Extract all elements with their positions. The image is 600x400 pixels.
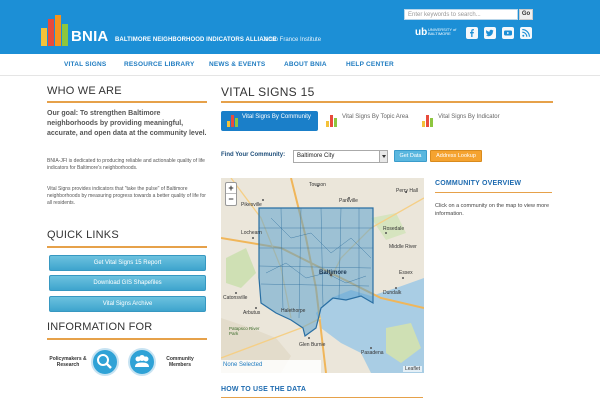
policymakers-label[interactable]: Policymakers & Research	[48, 356, 88, 368]
bar-chart-icon	[326, 115, 337, 127]
map-zoom-control: + −	[225, 182, 237, 206]
nav-help-center[interactable]: HELP CENTER	[346, 61, 394, 68]
section-divider	[435, 192, 552, 193]
tab-label: Vital Signs By Community	[242, 114, 311, 120]
community-overview-heading: COMMUNITY OVERVIEW	[435, 180, 522, 187]
how-to-use-heading: HOW TO USE THE DATA	[221, 386, 307, 393]
community-select[interactable]: Baltimore City	[293, 150, 388, 163]
tab-by-indicator[interactable]: Vital Signs By Indicator	[420, 111, 510, 131]
who-we-are-heading: WHO WE ARE	[47, 85, 122, 97]
rss-icon[interactable]	[520, 27, 532, 39]
alliance-name: BALTIMORE NEIGHBORHOOD INDICATORS ALLIAN…	[115, 37, 277, 43]
map-label: Essex	[399, 270, 413, 276]
tab-by-community[interactable]: Vital Signs By Community	[221, 111, 318, 131]
youtube-icon[interactable]	[502, 27, 514, 39]
ub-logo[interactable]: ub	[415, 27, 427, 38]
map-label: Patapsco River Park	[229, 326, 260, 336]
map-label: Catonsville	[223, 295, 248, 301]
map-attribution-link[interactable]: Leaflet	[403, 366, 423, 372]
bar-chart-icon	[422, 115, 433, 127]
bnia-logo-icon[interactable]	[41, 15, 69, 46]
page-title: VITAL SIGNS 15	[221, 85, 315, 99]
map-label: Parkville	[339, 198, 358, 204]
map-label: Glen Burnie	[299, 342, 326, 348]
section-divider	[221, 101, 553, 103]
magnifier-icon[interactable]	[91, 348, 119, 376]
map-label: Dundalk	[383, 290, 402, 296]
site-header: BNIA BALTIMORE NEIGHBORHOOD INDICATORS A…	[0, 0, 600, 54]
community-members-label[interactable]: Community Members	[160, 356, 200, 368]
community-icon[interactable]	[128, 348, 156, 376]
map-label: Halethorpe	[281, 308, 306, 314]
chevron-down-icon[interactable]	[379, 151, 387, 162]
get-data-button[interactable]: Get Data	[394, 150, 427, 162]
map-label: Lochearn	[241, 230, 262, 236]
institute-name: Jacob France Institute	[262, 37, 322, 43]
community-map[interactable]: Towson Perry Hall Parkville Pikesville L…	[221, 178, 424, 373]
map-label: Pasadena	[361, 350, 384, 356]
section-divider	[47, 338, 207, 340]
nav-vital-signs[interactable]: VITAL SIGNS	[64, 61, 106, 68]
map-label: Middle River	[389, 244, 417, 250]
search-input[interactable]: Enter keywords to search...	[404, 9, 518, 20]
vital-signs-paragraph: Vital Signs provides indicators that "ta…	[47, 186, 206, 206]
map-label: Baltimore	[319, 270, 347, 276]
logo-text[interactable]: BNIA	[71, 28, 108, 45]
map-label: Towson	[309, 182, 326, 188]
nav-news-events[interactable]: NEWS & EVENTS	[209, 61, 265, 68]
map-label: Rosedale	[383, 226, 405, 232]
tab-by-topic[interactable]: Vital Signs By Topic Area	[324, 111, 414, 131]
section-divider	[221, 397, 423, 398]
twitter-icon[interactable]	[484, 27, 496, 39]
ub-logo-subtitle: UNIVERSITY of BALTIMORE	[428, 27, 457, 36]
get-report-button[interactable]: Get Vital Signs 15 Report	[49, 255, 206, 271]
nav-about-bnia[interactable]: ABOUT BNIA	[284, 61, 327, 68]
nav-resource-library[interactable]: RESOURCE LIBRARY	[124, 61, 195, 68]
goal-statement: Our goal: To strengthen Baltimore neighb…	[47, 110, 207, 137]
tab-label: Vital Signs By Topic Area	[342, 114, 409, 120]
map-label: Arbutus	[243, 310, 261, 316]
main-nav: VITAL SIGNS RESOURCE LIBRARY NEWS & EVEN…	[0, 54, 600, 76]
find-community-label: Find Your Community:	[221, 152, 286, 158]
archive-button[interactable]: Vital Signs Archive	[49, 296, 206, 312]
map-label: Pikesville	[241, 202, 262, 208]
section-divider	[47, 101, 207, 103]
tab-label: Vital Signs By Indicator	[438, 114, 500, 120]
map-label: Perry Hall	[396, 188, 418, 194]
community-overview-text: Click on a community on the map to view …	[435, 203, 550, 217]
search-go-button[interactable]: Go	[519, 9, 533, 20]
zoom-out-button[interactable]: −	[226, 194, 236, 205]
information-for-heading: INFORMATION FOR	[47, 321, 153, 333]
zoom-in-button[interactable]: +	[226, 183, 236, 194]
address-lookup-button[interactable]: Address Lookup	[430, 150, 482, 162]
intro-paragraph: BNIA-JFI is dedicated to producing relia…	[47, 158, 205, 171]
map-selection-status: None Selected	[221, 360, 321, 373]
bar-chart-icon	[227, 115, 238, 127]
download-shapefiles-button[interactable]: Download GIS Shapefiles	[49, 275, 206, 291]
community-select-value: Baltimore City	[297, 153, 335, 159]
section-divider	[47, 246, 207, 248]
facebook-icon[interactable]	[466, 27, 478, 39]
quick-links-heading: QUICK LINKS	[47, 229, 119, 241]
